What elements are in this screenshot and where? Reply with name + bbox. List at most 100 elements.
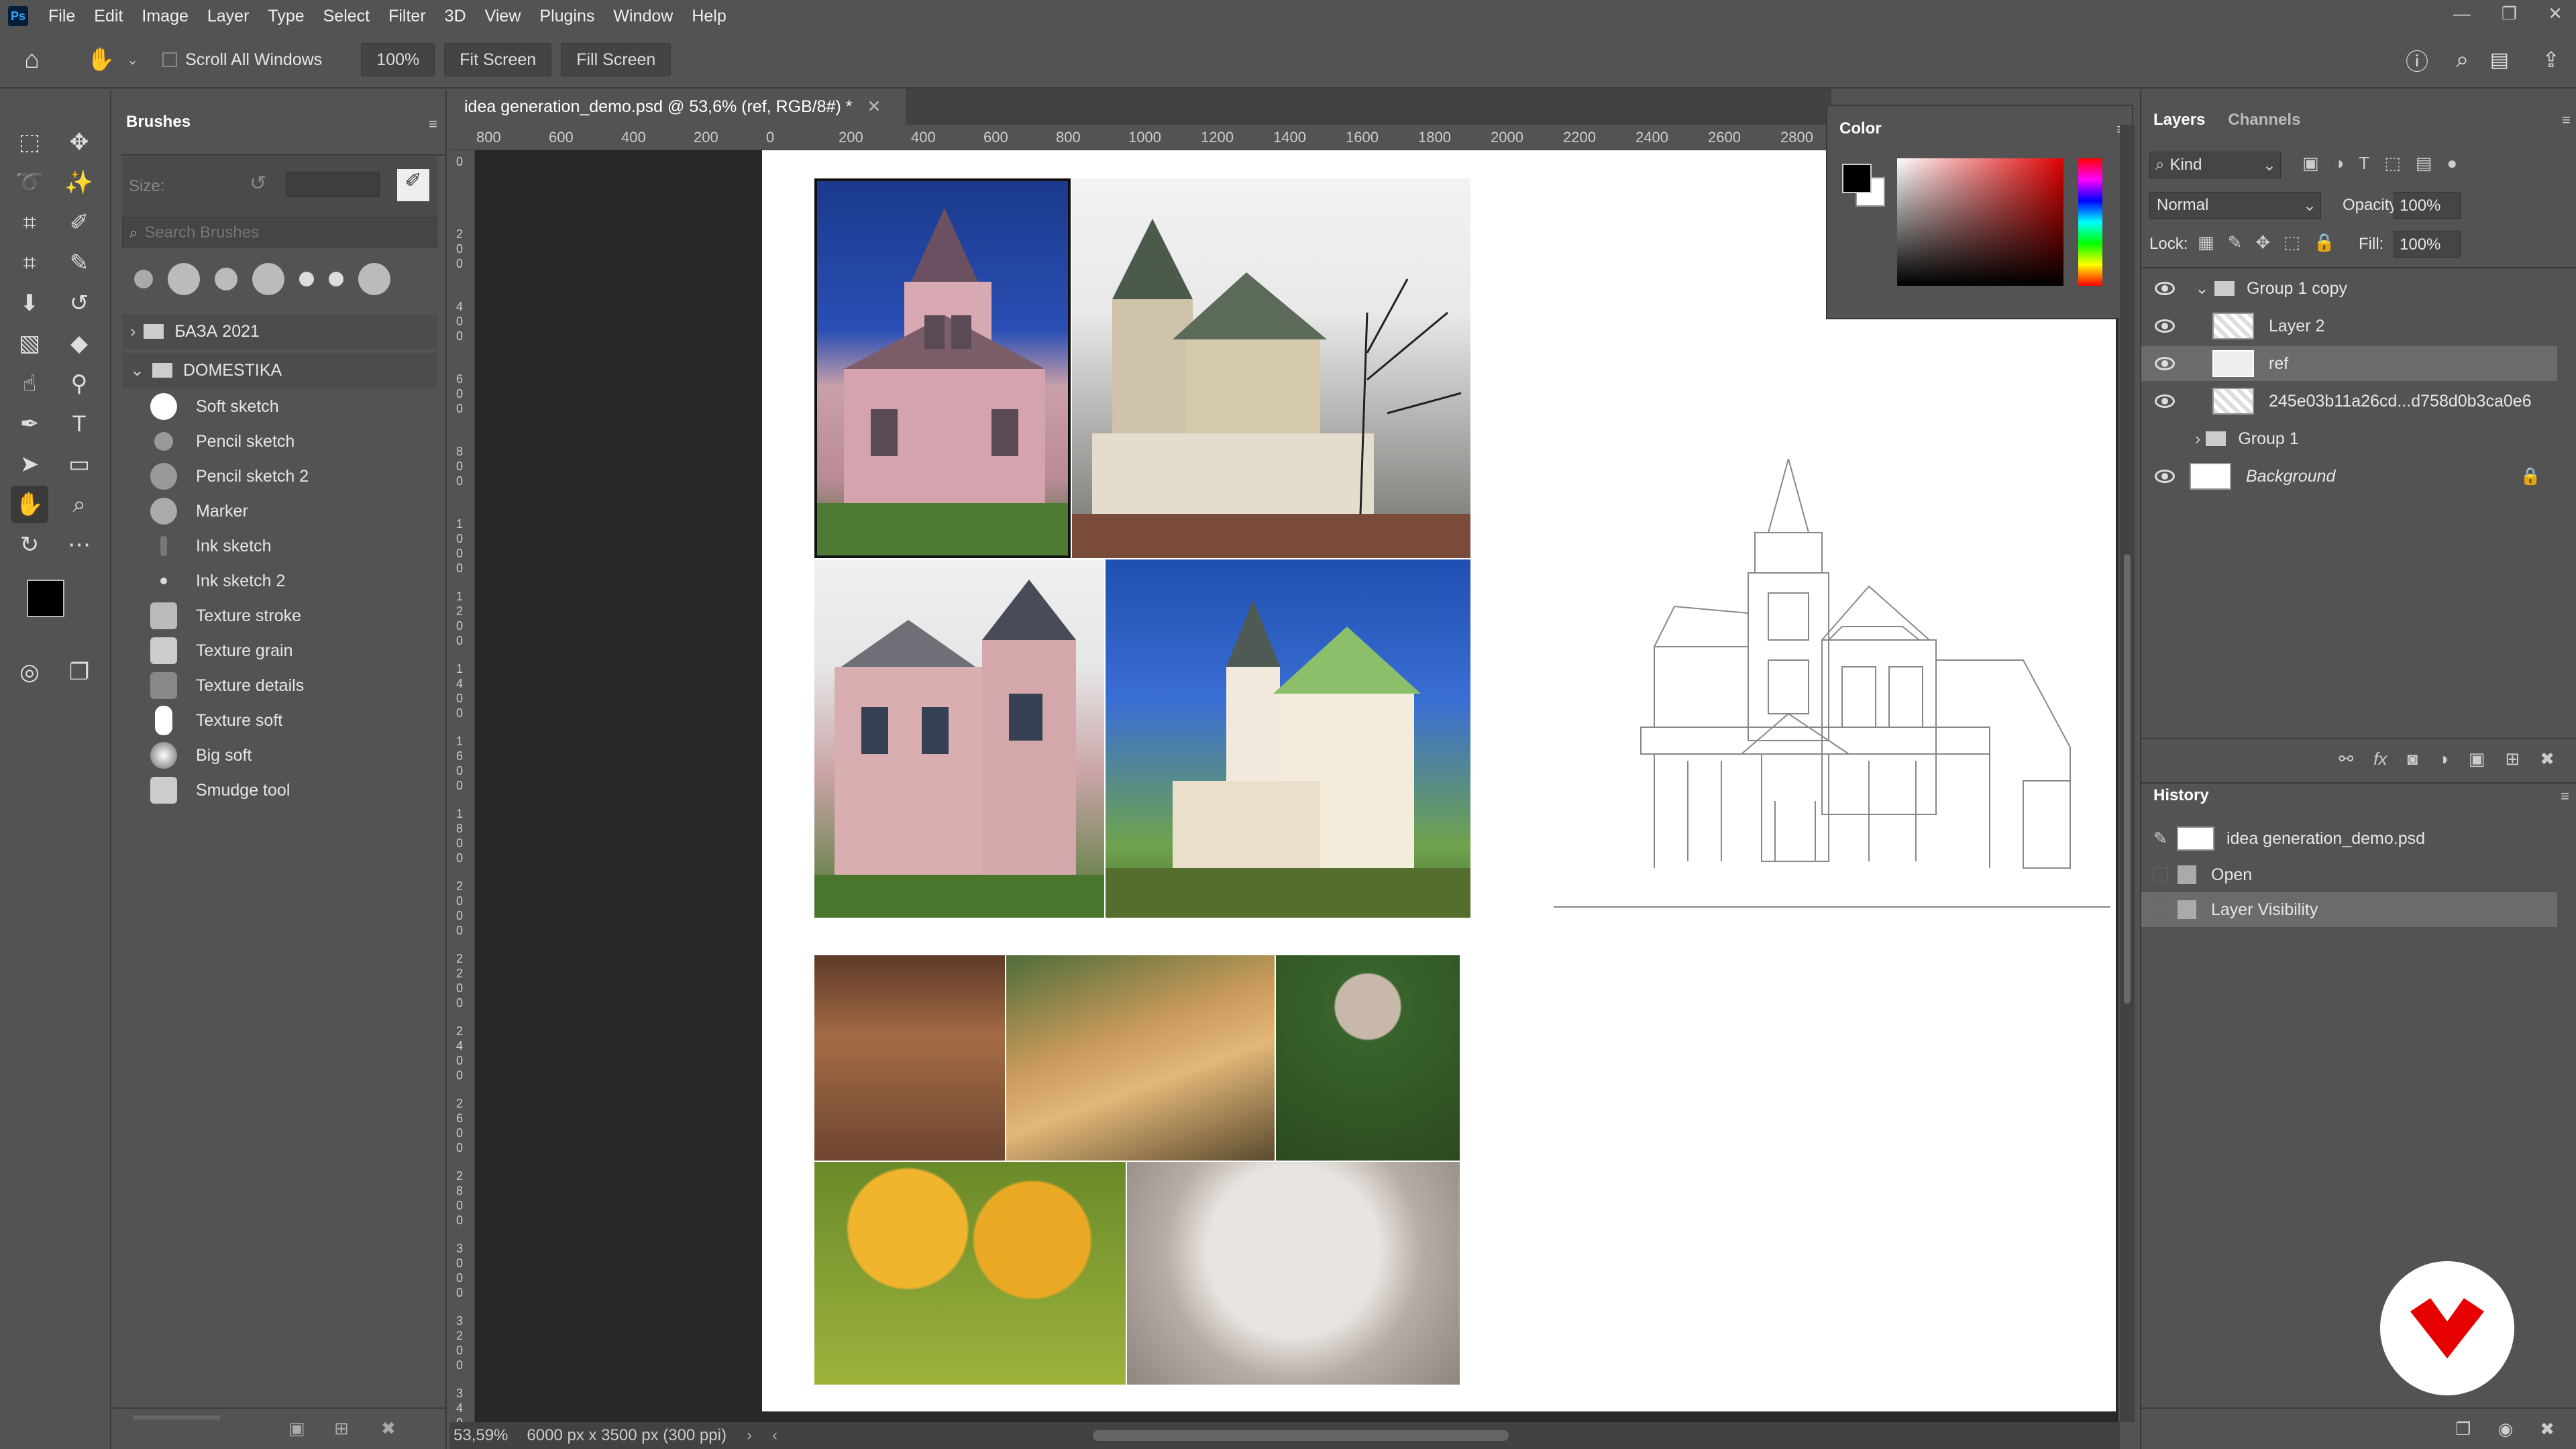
menu-view[interactable]: View [476, 7, 531, 26]
scroll-left-icon[interactable]: ‹ [772, 1426, 777, 1445]
lock-transparent-icon[interactable]: ▦ [2198, 232, 2214, 253]
fx-icon[interactable]: fx [2373, 749, 2387, 769]
visibility-eye-icon[interactable] [2155, 394, 2175, 408]
brush-preset-icon[interactable] [215, 268, 237, 290]
lock-position-icon[interactable]: ✥ [2255, 232, 2270, 253]
visibility-toggle-empty[interactable] [2155, 432, 2175, 445]
eraser-icon[interactable]: ▧ [11, 325, 48, 362]
stamp-tool-icon[interactable]: ⬇ [11, 284, 48, 322]
minimize-icon[interactable]: — [2453, 3, 2471, 24]
search-brushes[interactable]: ⌕ [122, 217, 437, 248]
visibility-eye-icon[interactable] [2155, 357, 2175, 370]
tab-channels[interactable]: Channels [2228, 111, 2300, 129]
hand-tool-icon[interactable]: ✋ [11, 486, 48, 523]
menu-layer[interactable]: Layer [198, 7, 259, 26]
menu-edit[interactable]: Edit [85, 7, 132, 26]
menu-3d[interactable]: 3D [435, 7, 476, 26]
foreground-color-swatch[interactable] [1842, 164, 1872, 193]
more-tools-icon[interactable]: ⋯ [60, 526, 98, 564]
pen-tool-icon[interactable]: ✒ [11, 405, 48, 443]
fill-field[interactable]: 100% [2394, 231, 2461, 258]
move-tool-icon[interactable]: ✥ [60, 123, 98, 161]
brush-item[interactable]: Pencil sketch [140, 424, 474, 459]
layer-row-group-1[interactable]: › Group 1 [2141, 421, 2557, 456]
brush-preset-icon[interactable] [299, 272, 314, 286]
size-field[interactable] [286, 172, 380, 197]
magic-wand-icon[interactable]: ✨ [60, 164, 98, 201]
new-document-from-state-icon[interactable]: ❐ [2455, 1419, 2471, 1440]
history-item-open[interactable]: Open [2141, 857, 2557, 892]
brush-item[interactable]: Smudge tool [140, 773, 474, 808]
learn-icon[interactable]: ⓘ [2406, 44, 2428, 76]
visibility-eye-icon[interactable] [2155, 319, 2175, 333]
new-group-icon[interactable]: ▣ [2469, 749, 2485, 769]
smart-object-filter-icon[interactable]: ▤ [2416, 153, 2432, 174]
brush-preset-icon[interactable] [358, 263, 390, 295]
brush-group-domestika[interactable]: ⌄ DOMESTIKA [122, 353, 437, 388]
chevron-down-icon[interactable]: ⌄ [127, 52, 138, 68]
brush-item[interactable]: Texture details [140, 668, 474, 703]
document-tab[interactable]: idea generation_demo.psd @ 53,6% (ref, R… [449, 89, 906, 125]
document-info[interactable]: 6000 px x 3500 px (300 ppi) [527, 1426, 727, 1445]
hand-tool-icon[interactable]: ✋ [87, 46, 115, 73]
smudge-icon[interactable]: ☝ [11, 365, 48, 402]
canvas[interactable] [762, 150, 2116, 1411]
type-tool-icon[interactable]: T [60, 405, 98, 443]
foreground-color-swatch[interactable] [27, 580, 64, 617]
close-tab-icon[interactable]: ✕ [867, 97, 881, 117]
brush-tool-icon[interactable]: ✎ [60, 244, 98, 282]
brush-item[interactable]: Texture grain [140, 633, 474, 668]
menu-image[interactable]: Image [132, 7, 197, 26]
image-filter-icon[interactable]: ▣ [2302, 153, 2319, 174]
brushes-panel-title[interactable]: Brushes [126, 113, 191, 131]
mask-icon[interactable]: ◙ [2407, 749, 2418, 769]
menu-window[interactable]: Window [604, 7, 682, 26]
size-slider[interactable] [133, 1415, 220, 1419]
screen-mode-icon[interactable]: ❐ [60, 653, 98, 691]
brush-item[interactable]: Soft sketch [140, 389, 474, 424]
panel-menu-icon[interactable]: ≡ [2562, 111, 2571, 129]
vertical-scroll-track[interactable] [2120, 125, 2135, 1422]
history-snapshot[interactable]: ✎ idea generation_demo.psd [2141, 821, 2557, 856]
vertical-ruler[interactable]: 0 2 0 0 4 0 0 6 0 0 8 0 0 1 0 0 0 1 2 0 0 1 4 0… [449, 150, 475, 1444]
trash-icon[interactable]: ✖ [381, 1418, 396, 1439]
brush-item[interactable]: Ink sketch [140, 529, 474, 564]
workspace-icon[interactable]: ▤ [2490, 48, 2509, 72]
lock-all-icon[interactable]: 🔒 [2314, 232, 2335, 253]
history-item-layer-visibility[interactable]: Layer Visibility [2141, 892, 2557, 927]
rotate-view-icon[interactable]: ↻ [11, 526, 48, 564]
brush-group-baza[interactable]: › БАЗА 2021 [122, 314, 437, 349]
brush-preset-icon[interactable] [252, 263, 284, 295]
fit-screen-button[interactable]: Fit Screen [444, 43, 552, 76]
marquee-tool-icon[interactable]: ⬚ [11, 123, 48, 161]
horizontal-ruler[interactable]: 800 600 400 200 0 200 400 600 800 1000 1200 1400 160… [449, 125, 1831, 150]
history-source-box[interactable] [2153, 902, 2168, 917]
kind-filter-select[interactable]: ⌕ Kind ⌄ [2149, 152, 2281, 178]
layer-row-ref[interactable]: ref [2141, 346, 2557, 381]
zoom-field[interactable]: 100% [361, 43, 435, 76]
fill-screen-button[interactable]: Fill Screen [561, 43, 672, 76]
brush-item[interactable]: Pencil sketch 2 [140, 459, 474, 494]
brush-item[interactable]: Texture stroke [140, 598, 474, 633]
brush-source-icon[interactable]: ✎ [2153, 828, 2167, 849]
panel-menu-icon[interactable]: ≡ [2561, 788, 2569, 805]
brush-item[interactable]: Ink sketch 2 [140, 564, 474, 598]
zoom-level[interactable]: 53,59% [453, 1426, 508, 1445]
brush-preset-icon[interactable] [329, 272, 343, 286]
layer-row-smart-object[interactable]: 245e03b11a26cd...d758d0b3ca0e6 [2141, 384, 2557, 419]
lock-artboard-icon[interactable]: ⬚ [2284, 232, 2300, 253]
chevron-right-icon[interactable]: › [2195, 429, 2200, 449]
camera-icon[interactable]: ◉ [2498, 1419, 2514, 1440]
tab-layers[interactable]: Layers [2153, 111, 2205, 129]
link-icon[interactable]: ⚯ [2339, 749, 2353, 769]
hue-slider[interactable] [2078, 158, 2102, 286]
vertical-scrollbar[interactable] [2124, 554, 2131, 1004]
search-brushes-input[interactable] [144, 223, 413, 242]
close-icon[interactable]: ✕ [2548, 3, 2563, 24]
layer-row-group-1-copy[interactable]: ⌄ Group 1 copy [2141, 271, 2557, 306]
menu-type[interactable]: Type [258, 7, 313, 26]
menu-file[interactable]: File [39, 7, 85, 26]
horizontal-scrollbar[interactable] [1092, 1430, 1509, 1441]
crop-tool-icon[interactable]: ⌗ [11, 204, 48, 241]
scroll-all-windows-checkbox[interactable]: Scroll All Windows [162, 50, 322, 70]
